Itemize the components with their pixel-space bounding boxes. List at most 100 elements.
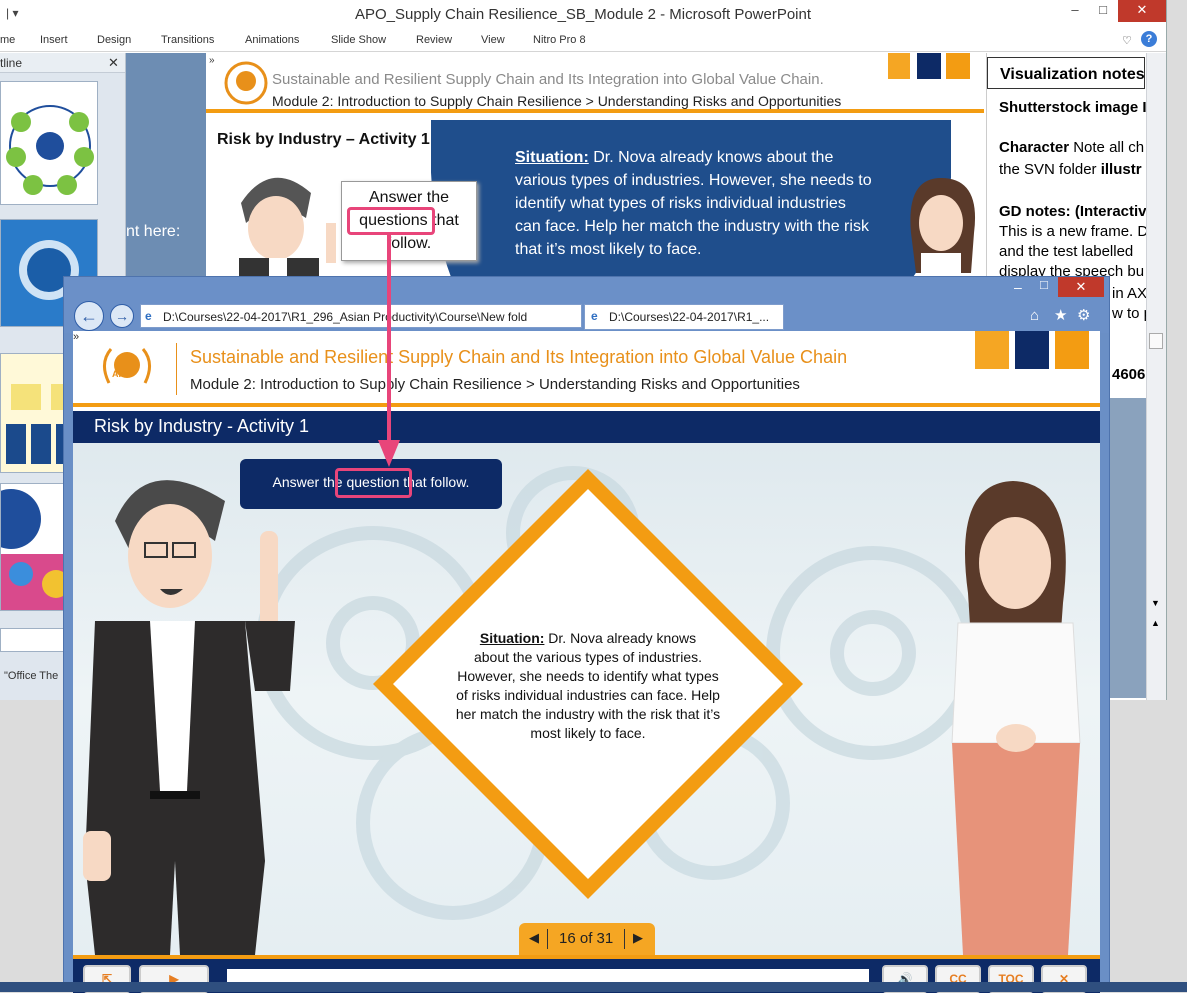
callout-line1: Answer the	[368, 189, 450, 206]
notes-gd-line: w to p	[1112, 305, 1146, 322]
brand-square	[946, 53, 970, 79]
home-icon[interactable]: ⌂	[1030, 307, 1039, 324]
activity-bar: Risk by Industry - Activity 1	[73, 411, 1100, 443]
progress-bar[interactable]	[227, 969, 869, 983]
female-character-icon	[951, 481, 1081, 955]
apo-logo-icon	[103, 348, 151, 384]
char-label: Character	[999, 139, 1070, 156]
thumbnail-diagram-icon	[6, 105, 94, 195]
notes-shutterstock: Shutterstock image I	[999, 99, 1146, 116]
notes-character: Character Note all ch	[999, 139, 1144, 156]
browser-tab[interactable]: e D:\Courses\22-04-2017\R1_...	[584, 304, 784, 330]
tab-home[interactable]: me	[0, 34, 15, 46]
background-window	[1110, 398, 1147, 698]
slide-thumbnail[interactable]	[0, 81, 98, 205]
tab-nitro[interactable]: Nitro Pro 8	[533, 34, 586, 46]
next-slide-button[interactable]: ▶	[633, 930, 643, 946]
status-text: "Office The	[4, 670, 59, 682]
maximize-button[interactable]: □	[1040, 277, 1048, 292]
settings-icon[interactable]: ⚙	[1077, 306, 1090, 324]
pager-divider	[547, 929, 548, 949]
slide-header: » Sustainable and Resilient Supply Chain…	[206, 53, 984, 113]
notes-gd-line: 4606	[1112, 366, 1146, 383]
char-text: Note all ch	[1069, 139, 1145, 156]
forward-button[interactable]: →	[110, 304, 134, 328]
expand-icon[interactable]: »	[209, 55, 215, 66]
highlight-box-questions	[347, 207, 435, 235]
prev-slide-button[interactable]: ◀	[529, 930, 539, 946]
activity-title: Risk by Industry - Activity 1	[94, 416, 310, 436]
close-button[interactable]: ✕	[1118, 0, 1166, 22]
browser-chrome: – □ ✕ ← → e D:\Courses\22-04-2017\R1_296…	[64, 277, 1109, 333]
male-character-icon	[239, 177, 336, 283]
notes-gd-line: in AX	[1112, 285, 1146, 302]
situation-line: most likely to face.	[530, 725, 646, 741]
address-bar[interactable]: e D:\Courses\22-04-2017\R1_296_Asian Pro…	[140, 304, 582, 328]
brand-square	[975, 331, 1009, 369]
slide-course-title: Sustainable and Resilient Supply Chain a…	[272, 71, 824, 88]
taskbar	[0, 982, 1187, 992]
situation-line: Situation: Dr. Nova already knows	[433, 629, 743, 648]
female-character-icon	[910, 178, 976, 283]
close-panel-icon[interactable]: ✕	[108, 55, 119, 71]
header-divider	[176, 343, 177, 395]
tab-transitions[interactable]: Transitions	[161, 34, 214, 46]
brand-square	[1055, 331, 1089, 369]
ribbon-tabs: me Insert Design Transitions Animations …	[0, 30, 1166, 52]
svn-bold: illustr	[1100, 161, 1142, 178]
situation-label: Situation:	[479, 630, 545, 646]
address-text: D:\Courses\22-04-2017\R1_296_Asian Produ…	[163, 310, 528, 324]
slide-course-subtitle: Module 2: Introduction to Supply Chain R…	[272, 93, 842, 109]
notes-gd-line: and the test labelled	[999, 243, 1134, 260]
brand-square	[888, 53, 910, 79]
slide-pager: ◀ 16 of 31 ▶	[519, 923, 655, 955]
scroll-down-icon[interactable]: ▼	[1151, 598, 1160, 608]
slide-heading: Risk by Industry – Activity 1	[217, 131, 430, 148]
course-subtitle: Module 2: Introduction to Supply Chain R…	[190, 376, 800, 393]
course-player: » APO Sustainable and Resilient Supply C…	[73, 331, 1100, 993]
maximize-button[interactable]: □	[1086, 0, 1120, 22]
prev-slide-icon[interactable]: ▲	[1151, 618, 1160, 628]
notes-svn: the SVN folder illustr	[999, 161, 1142, 178]
apo-logo-text: APO	[112, 369, 132, 379]
minimize-button[interactable]: –	[1014, 279, 1022, 295]
ie-tab-icon: e	[591, 309, 598, 323]
notes-heading: Visualization notes	[987, 57, 1145, 89]
brand-square	[1015, 331, 1049, 369]
tab-design[interactable]: Design	[97, 34, 131, 46]
notes-gd-label: GD notes: (Interactiv	[999, 203, 1146, 220]
favorites-icon[interactable]: ★	[1054, 306, 1067, 324]
svn-text: the SVN folder	[999, 161, 1101, 178]
tab-insert[interactable]: Insert	[40, 34, 68, 46]
ie-page-icon: e	[145, 309, 152, 323]
close-button[interactable]: ✕	[1058, 277, 1104, 297]
apo-logo-icon	[224, 61, 268, 105]
course-title: Sustainable and Resilient Supply Chain a…	[190, 347, 848, 367]
ppt-window-title: APO_Supply Chain Resilience_SB_Module 2 …	[354, 6, 812, 23]
page-counter: 16 of 31	[559, 930, 614, 947]
situation-line-text: Dr. Nova already knows	[544, 630, 697, 646]
tab-view[interactable]: View	[481, 34, 505, 46]
notes-scrollbar[interactable]: ▼ ▲	[1146, 53, 1166, 700]
ribbon-collapse-icon[interactable]: ♡	[1122, 34, 1132, 47]
expand-icon[interactable]: »	[73, 331, 79, 343]
pager-divider	[624, 929, 625, 949]
notes-gd-line: This is a new frame. D	[999, 223, 1146, 240]
help-icon[interactable]: ?	[1141, 31, 1157, 47]
situation-text: Situation: Dr. Nova already knows about …	[433, 629, 743, 743]
brand-square	[917, 53, 941, 79]
browser-window: – □ ✕ ← → e D:\Courses\22-04-2017\R1_296…	[63, 276, 1110, 993]
situation-line: about the various types of industries.	[473, 649, 703, 665]
scroll-thumb[interactable]	[1149, 333, 1163, 349]
back-button[interactable]: ←	[74, 301, 104, 331]
placeholder-text: nt here:	[126, 223, 181, 240]
outline-tab[interactable]: tline	[0, 56, 22, 70]
tab-animations[interactable]: Animations	[245, 34, 299, 46]
tab-slide-show[interactable]: Slide Show	[331, 34, 386, 46]
outline-tab-header: tline ✕	[0, 53, 125, 73]
tab-review[interactable]: Review	[416, 34, 452, 46]
slide-situation-text: Situation: Dr. Nova already knows about …	[515, 146, 875, 261]
ppt-title-bar: | ▾ APO_Supply Chain Resilience_SB_Modul…	[0, 0, 1166, 30]
male-character-icon	[83, 480, 295, 955]
situation-diamond: Situation: Dr. Nova already knows about …	[373, 469, 803, 899]
